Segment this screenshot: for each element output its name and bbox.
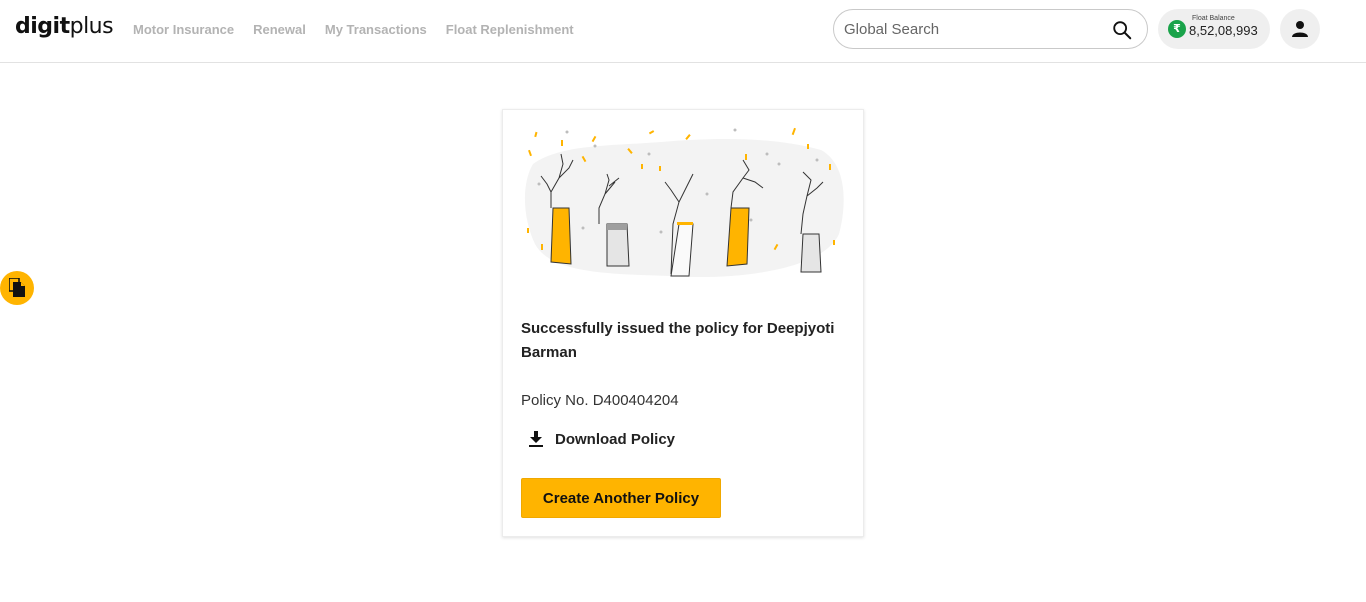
nav-renewal[interactable]: Renewal: [253, 22, 306, 37]
user-icon: [1292, 21, 1308, 37]
create-another-policy-button[interactable]: Create Another Policy: [521, 478, 721, 518]
side-document-button[interactable]: [0, 271, 34, 305]
top-header: digit plus Motor Insurance Renewal My Tra…: [0, 0, 1366, 63]
download-icon: [529, 431, 543, 447]
download-policy-link[interactable]: Download Policy: [527, 430, 675, 448]
user-avatar-button[interactable]: [1280, 9, 1320, 49]
search-icon[interactable]: [1111, 19, 1133, 41]
celebration-illustration: [524, 127, 844, 278]
digitplus-logo[interactable]: digit plus: [15, 14, 114, 39]
logo-suffix: plus: [69, 14, 114, 39]
global-search-box: [833, 9, 1148, 49]
policy-success-card: Successfully issued the policy for Deepj…: [502, 109, 864, 537]
download-policy-label: Download Policy: [555, 430, 676, 448]
nav-motor-insurance[interactable]: Motor Insurance: [133, 22, 234, 37]
rupee-icon: ₹: [1168, 20, 1186, 38]
nav-my-transactions[interactable]: My Transactions: [325, 22, 427, 37]
document-icon: [9, 278, 25, 297]
float-balance-value: 8,52,08,993: [1189, 23, 1258, 38]
main-nav: Motor Insurance Renewal My Transactions …: [133, 22, 574, 37]
logo-main: digit: [15, 14, 70, 39]
global-search-input[interactable]: [844, 18, 1104, 40]
success-message: Successfully issued the policy for Deepj…: [521, 320, 835, 361]
float-balance-label: Float Balance: [1192, 15, 1235, 22]
float-balance-pill[interactable]: ₹ Float Balance 8,52,08,993: [1158, 9, 1270, 49]
policy-number: Policy No. D400404204: [521, 392, 679, 409]
nav-float-replenishment[interactable]: Float Replenishment: [446, 22, 574, 37]
